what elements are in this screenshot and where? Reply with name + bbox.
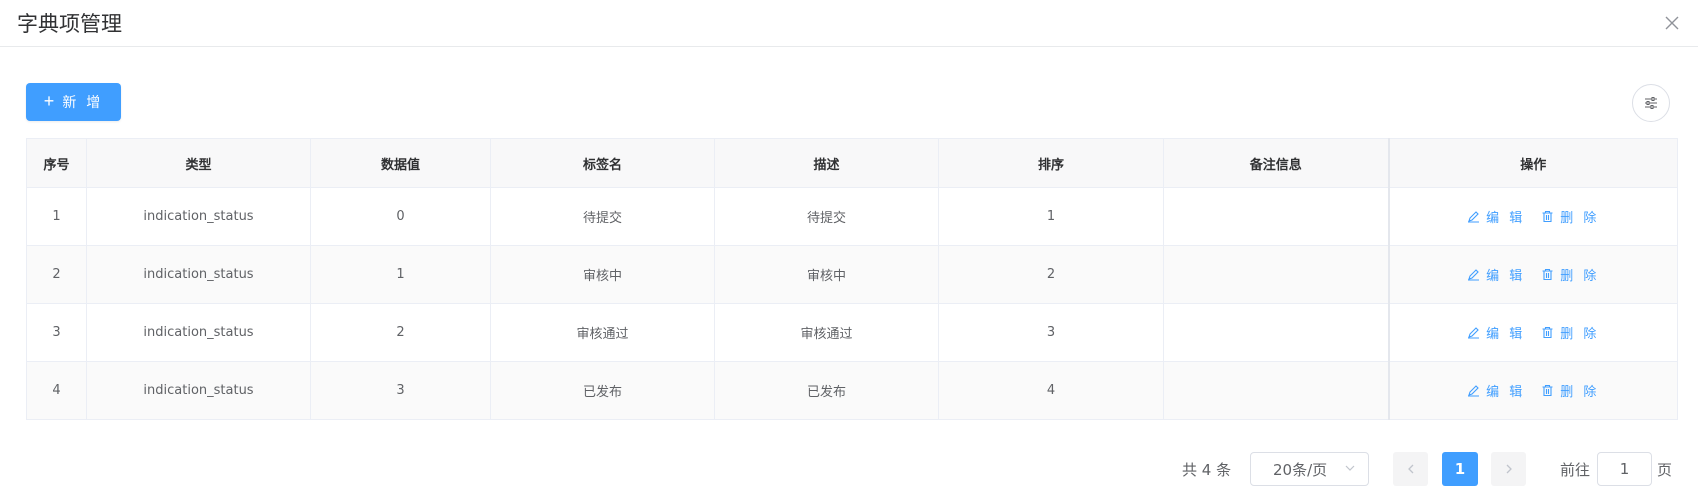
cell-index: 2 bbox=[26, 245, 87, 304]
table-row: 1 indication_status 0 待提交 待提交 1 编 辑 删 除 bbox=[26, 187, 1678, 246]
cell-actions: 编 辑 删 除 bbox=[1387, 187, 1678, 246]
cell-value: 0 bbox=[310, 187, 491, 246]
goto-label: 前往 bbox=[1560, 461, 1591, 479]
cell-remarks bbox=[1163, 187, 1389, 246]
edit-button[interactable]: 编 辑 bbox=[1467, 265, 1525, 284]
header-description: 描述 bbox=[714, 138, 939, 188]
trash-icon bbox=[1542, 384, 1553, 396]
cell-sort: 3 bbox=[938, 303, 1164, 362]
dict-item-dialog: 字典项管理 + 新 增 序号 类型 数据值 标签名 描述 排序 备注信息 操作 … bbox=[0, 0, 1698, 496]
chevron-left-icon bbox=[1407, 464, 1413, 474]
edit-label: 编 辑 bbox=[1486, 268, 1526, 284]
cell-sort: 4 bbox=[938, 361, 1164, 420]
add-button-label: 新 增 bbox=[62, 94, 104, 110]
dialog-title: 字典项管理 bbox=[17, 12, 122, 36]
header-index: 序号 bbox=[26, 138, 87, 188]
goto-page-input[interactable] bbox=[1597, 452, 1652, 486]
delete-button[interactable]: 删 除 bbox=[1541, 323, 1599, 342]
edit-label: 编 辑 bbox=[1486, 384, 1526, 400]
page-number-current[interactable]: 1 bbox=[1442, 452, 1478, 486]
cell-value: 2 bbox=[310, 303, 491, 362]
column-settings-button[interactable] bbox=[1632, 84, 1670, 122]
cell-remarks bbox=[1163, 303, 1389, 362]
cell-type: indication_status bbox=[86, 187, 311, 246]
cell-index: 1 bbox=[26, 187, 87, 246]
cell-type: indication_status bbox=[86, 361, 311, 420]
goto-suffix: 页 bbox=[1657, 461, 1673, 479]
table-row: 3 indication_status 2 审核通过 审核通过 3 编 辑 删 … bbox=[26, 303, 1678, 362]
trash-icon bbox=[1542, 210, 1553, 222]
cell-index: 4 bbox=[26, 361, 87, 420]
header-type: 类型 bbox=[86, 138, 311, 188]
cell-actions: 编 辑 删 除 bbox=[1387, 303, 1678, 362]
header-label: 标签名 bbox=[490, 138, 715, 188]
next-page-button[interactable] bbox=[1491, 452, 1526, 486]
delete-label: 删 除 bbox=[1560, 210, 1600, 226]
cell-description: 审核通过 bbox=[714, 303, 939, 362]
table-row: 4 indication_status 3 已发布 已发布 4 编 辑 删 除 bbox=[26, 361, 1678, 420]
delete-label: 删 除 bbox=[1560, 326, 1600, 342]
header-sort: 排序 bbox=[938, 138, 1164, 188]
dialog-header: 字典项管理 bbox=[0, 0, 1698, 47]
cell-value: 1 bbox=[310, 245, 491, 304]
sliders-icon bbox=[1645, 97, 1657, 109]
page-size-value: 20条/页 bbox=[1273, 460, 1328, 479]
table-row: 2 indication_status 1 审核中 审核中 2 编 辑 删 除 bbox=[26, 245, 1678, 304]
cell-sort: 1 bbox=[938, 187, 1164, 246]
edit-icon bbox=[1468, 326, 1480, 339]
table-header-row: 序号 类型 数据值 标签名 描述 排序 备注信息 操作 bbox=[26, 138, 1678, 188]
cell-label: 已发布 bbox=[490, 361, 715, 420]
plus-icon: + bbox=[43, 90, 55, 111]
edit-icon bbox=[1468, 384, 1480, 397]
header-actions: 操作 bbox=[1387, 138, 1678, 188]
cell-index: 3 bbox=[26, 303, 87, 362]
trash-icon bbox=[1542, 326, 1553, 338]
cell-remarks bbox=[1163, 361, 1389, 420]
chevron-down-icon bbox=[1345, 465, 1355, 471]
add-button[interactable]: + 新 增 bbox=[26, 83, 121, 121]
cell-actions: 编 辑 删 除 bbox=[1387, 245, 1678, 304]
cell-value: 3 bbox=[310, 361, 491, 420]
edit-label: 编 辑 bbox=[1486, 210, 1526, 226]
delete-button[interactable]: 删 除 bbox=[1541, 207, 1599, 226]
pagination: 共 4 条 20条/页 1 前往 页 bbox=[0, 452, 1698, 486]
cell-description: 已发布 bbox=[714, 361, 939, 420]
edit-label: 编 辑 bbox=[1486, 326, 1526, 342]
cell-remarks bbox=[1163, 245, 1389, 304]
dict-item-table: 序号 类型 数据值 标签名 描述 排序 备注信息 操作 1 indication… bbox=[26, 138, 1678, 420]
edit-button[interactable]: 编 辑 bbox=[1467, 381, 1525, 400]
cell-actions: 编 辑 删 除 bbox=[1387, 361, 1678, 420]
delete-button[interactable]: 删 除 bbox=[1541, 381, 1599, 400]
header-remarks: 备注信息 bbox=[1163, 138, 1389, 188]
delete-label: 删 除 bbox=[1560, 268, 1600, 284]
edit-button[interactable]: 编 辑 bbox=[1467, 323, 1525, 342]
edit-icon bbox=[1468, 210, 1480, 223]
chevron-right-icon bbox=[1506, 464, 1512, 474]
cell-description: 审核中 bbox=[714, 245, 939, 304]
cell-label: 待提交 bbox=[490, 187, 715, 246]
page-size-select[interactable]: 20条/页 bbox=[1250, 452, 1369, 486]
delete-button[interactable]: 删 除 bbox=[1541, 265, 1599, 284]
cell-label: 审核中 bbox=[490, 245, 715, 304]
close-icon bbox=[1665, 16, 1679, 30]
cell-description: 待提交 bbox=[714, 187, 939, 246]
delete-label: 删 除 bbox=[1560, 384, 1600, 400]
prev-page-button[interactable] bbox=[1393, 452, 1428, 486]
toolbar: + 新 增 bbox=[26, 83, 1670, 123]
cell-sort: 2 bbox=[938, 245, 1164, 304]
edit-icon bbox=[1468, 268, 1480, 281]
cell-label: 审核通过 bbox=[490, 303, 715, 362]
header-value: 数据值 bbox=[310, 138, 491, 188]
cell-type: indication_status bbox=[86, 245, 311, 304]
close-button[interactable] bbox=[1662, 13, 1682, 33]
cell-type: indication_status bbox=[86, 303, 311, 362]
total-count: 共 4 条 bbox=[1182, 461, 1232, 479]
trash-icon bbox=[1542, 268, 1553, 280]
edit-button[interactable]: 编 辑 bbox=[1467, 207, 1525, 226]
